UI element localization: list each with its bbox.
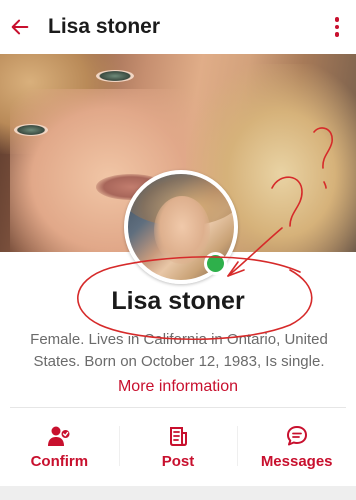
messages-label: Messages — [260, 452, 333, 470]
confirm-label: Confirm — [30, 452, 89, 470]
bottom-edge — [0, 486, 356, 500]
post-icon — [170, 426, 187, 446]
back-button[interactable] — [1, 0, 39, 54]
online-status-indicator — [204, 252, 227, 275]
action-bar: Confirm Post Messages — [0, 408, 356, 486]
post-label: Post — [161, 452, 195, 470]
arrow-left-icon — [11, 19, 29, 35]
post-button[interactable]: Post — [118, 408, 238, 486]
confirm-button[interactable]: Confirm — [0, 408, 119, 486]
page-title: Lisa stoner — [48, 15, 161, 38]
more-information-link[interactable]: More information — [0, 378, 356, 396]
profile-bio: Female. Lives in California in Ontario, … — [30, 331, 328, 370]
more-options-button[interactable] — [326, 13, 348, 41]
more-vertical-icon — [334, 17, 340, 22]
messages-button[interactable]: Messages — [237, 408, 356, 486]
profile-name: Lisa stoner — [111, 287, 245, 315]
top-app-bar: Lisa stoner — [0, 0, 356, 54]
chat-bubble-icon — [286, 425, 307, 445]
user-plus-icon — [48, 426, 72, 446]
